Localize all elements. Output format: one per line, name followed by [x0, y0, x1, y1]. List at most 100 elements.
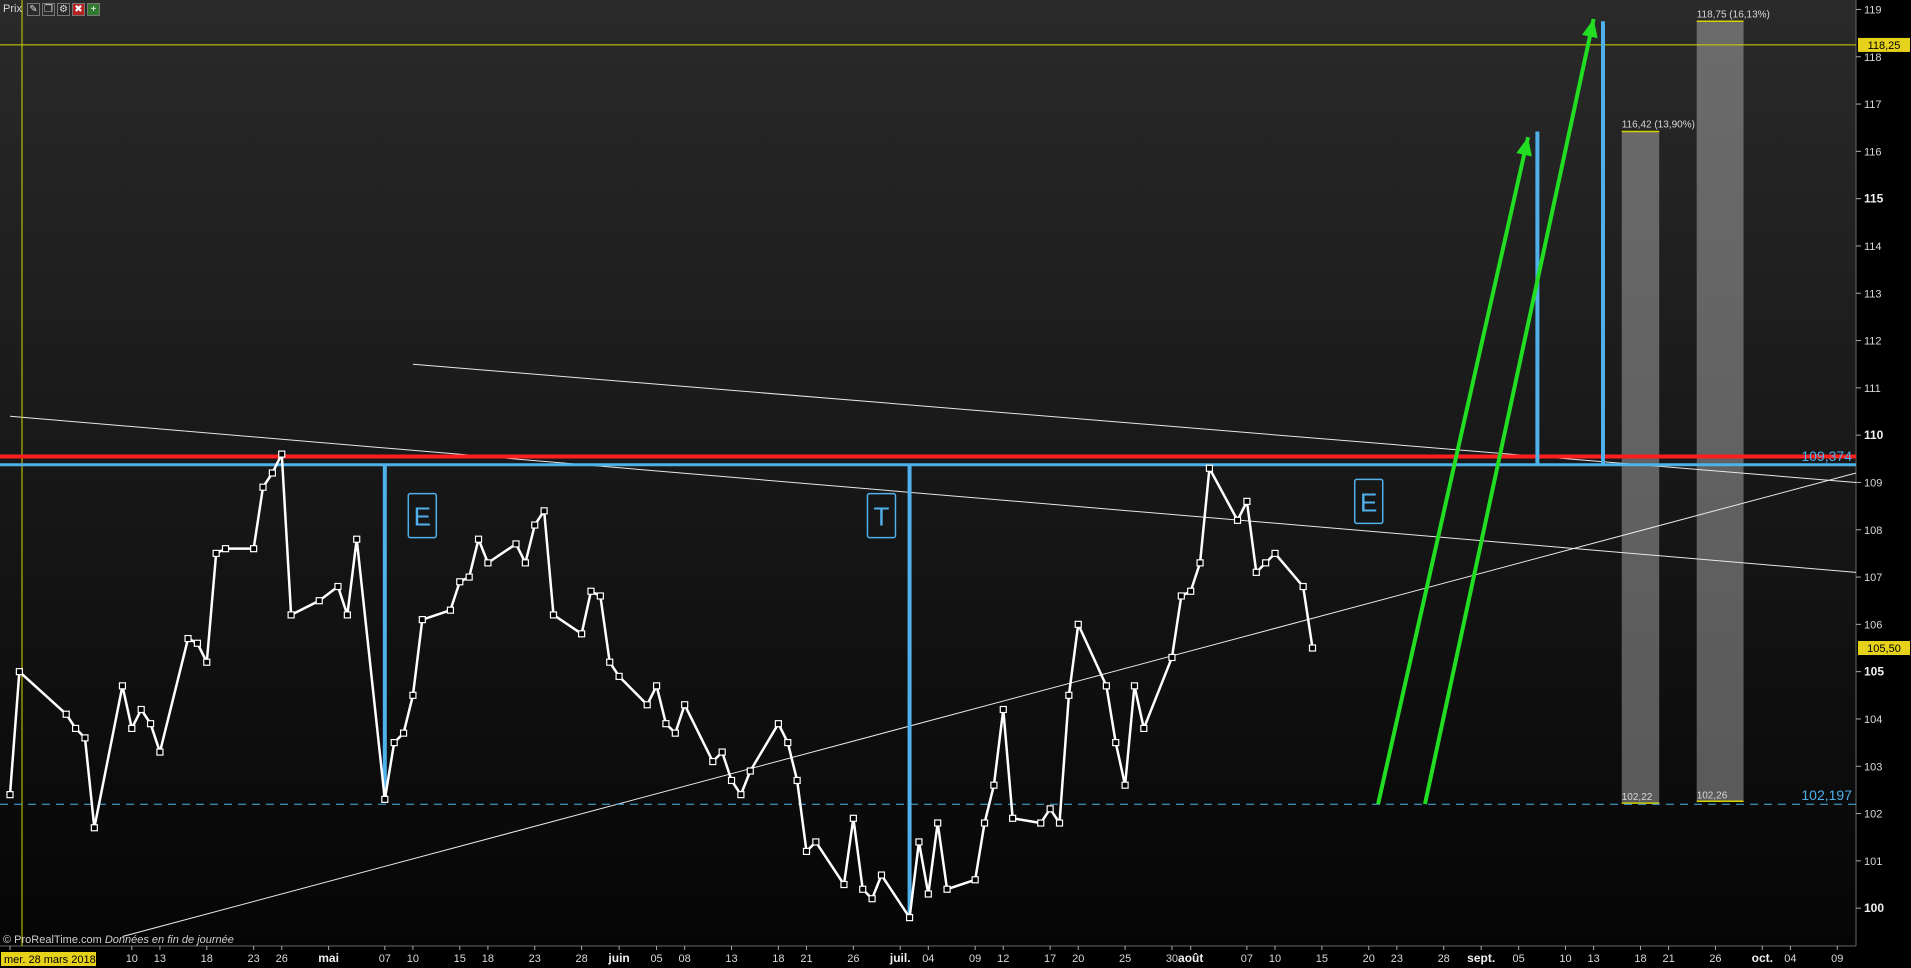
price-point [1046, 805, 1054, 813]
price-point [737, 791, 745, 799]
price-point [727, 776, 736, 785]
chart-title: Prix [3, 3, 22, 15]
last-price-tag: 105,50 [1867, 643, 1901, 655]
price-point [1130, 682, 1139, 690]
price-point [390, 739, 398, 747]
price-point [1037, 819, 1045, 827]
x-tick-label: 05 [650, 953, 662, 965]
price-point [1065, 691, 1073, 699]
x-tick-label: 09 [1831, 953, 1843, 965]
price-point [15, 668, 23, 676]
price-point [6, 791, 14, 799]
projection-bar [1621, 131, 1660, 804]
x-tick-label: 04 [1784, 953, 1796, 965]
price-point [840, 880, 848, 889]
x-tick-label: 28 [1438, 953, 1450, 965]
y-tick-label: 109 [1864, 477, 1882, 489]
x-tick-label: 13 [725, 953, 737, 965]
x-tick-label: 18 [201, 953, 213, 965]
price-point [671, 729, 679, 737]
price-point [540, 507, 548, 515]
settings-icon[interactable]: ⚙ [56, 2, 70, 16]
projection-bar [1696, 21, 1744, 802]
x-tick-label: 15 [1316, 953, 1328, 965]
price-point [399, 729, 408, 737]
price-point [81, 734, 89, 742]
price-point [1074, 620, 1082, 628]
price-point [62, 710, 70, 718]
x-tick-label: 10 [126, 953, 138, 965]
price-point [1262, 559, 1270, 567]
y-tick-label: 102 [1864, 809, 1882, 821]
y-tick-label: 114 [1864, 241, 1882, 253]
price-point [456, 578, 464, 586]
price-point [353, 535, 361, 543]
x-tick-label: 12 [997, 953, 1009, 965]
projection-high-label: 118,75 (16,13%) [1697, 9, 1770, 20]
y-tick-label: 113 [1864, 288, 1882, 300]
price-point [381, 795, 389, 803]
pattern-box-label: T [874, 502, 890, 532]
price-point [334, 582, 342, 591]
price-point [596, 592, 604, 600]
y-tick-label: 107 [1864, 572, 1882, 584]
price-point [1243, 497, 1251, 505]
properties-icon[interactable]: ✎ [26, 2, 40, 16]
price-point [802, 847, 811, 856]
price-point [278, 450, 286, 458]
x-tick-label: 10 [1269, 953, 1281, 965]
data-note-text: Données en fin de journée [104, 934, 234, 946]
price-point [905, 914, 914, 922]
price-point [578, 630, 586, 638]
y-tick-label: 116 [1864, 146, 1882, 158]
x-tick-label: 17 [1044, 953, 1056, 965]
price-point [343, 611, 351, 619]
footer-note: © ProRealTime.com Données en fin de jour… [3, 934, 234, 946]
price-point [418, 616, 426, 624]
chart-toolbar: Prix ✎ ❐ ⚙ ✖ + [0, 0, 100, 18]
close-red-icon[interactable]: ✖ [71, 2, 85, 16]
x-tick-label: 21 [1662, 953, 1674, 965]
yellow-price-tag: 118,25 [1868, 40, 1901, 52]
price-point [118, 682, 127, 690]
price-point [146, 720, 155, 728]
neckline-label: 109,374 [1801, 448, 1852, 464]
price-point [1299, 582, 1307, 591]
layout-icon[interactable]: ❐ [41, 2, 55, 16]
price-point [531, 521, 539, 529]
price-point [128, 724, 136, 733]
price-point [793, 776, 801, 785]
price-point [915, 838, 923, 846]
x-tick-label: 07 [379, 953, 391, 965]
price-point [924, 890, 932, 898]
x-tick-label: 04 [922, 953, 934, 965]
y-tick-label: 104 [1864, 714, 1882, 726]
price-chart[interactable]: 116,42 (13,90%) 102,22 118,75 (16,13%) 102,… [0, 0, 1911, 968]
x-tick-label: 28 [575, 953, 587, 965]
x-tick-label: 07 [1241, 953, 1253, 965]
price-point [1308, 644, 1317, 652]
support-label: 102,197 [1801, 787, 1852, 803]
price-point [1009, 814, 1017, 822]
x-tick-label: 23 [529, 953, 541, 965]
chart-window: 116,42 (13,90%) 102,22 118,75 (16,13%) 102,… [0, 0, 1911, 968]
price-point [606, 658, 614, 666]
price-point [90, 824, 98, 832]
x-tick-label: 26 [276, 953, 288, 965]
price-point [193, 639, 202, 647]
price-point [1121, 781, 1129, 789]
price-point [999, 705, 1007, 714]
y-tick-label: 100 [1864, 901, 1884, 915]
price-point [971, 876, 979, 884]
y-tick-label: 119 [1864, 4, 1882, 16]
y-tick-label: 108 [1864, 525, 1882, 537]
price-point [718, 748, 726, 756]
price-point [643, 701, 651, 709]
x-tick-label: 18 [482, 953, 494, 965]
x-tick-label: 18 [772, 953, 784, 965]
x-tick-label: 13 [1587, 953, 1599, 965]
add-green-icon[interactable]: + [86, 2, 100, 16]
x-tick-label: 21 [800, 953, 812, 965]
x-tick-label: juin [607, 951, 629, 965]
price-point [512, 540, 520, 548]
